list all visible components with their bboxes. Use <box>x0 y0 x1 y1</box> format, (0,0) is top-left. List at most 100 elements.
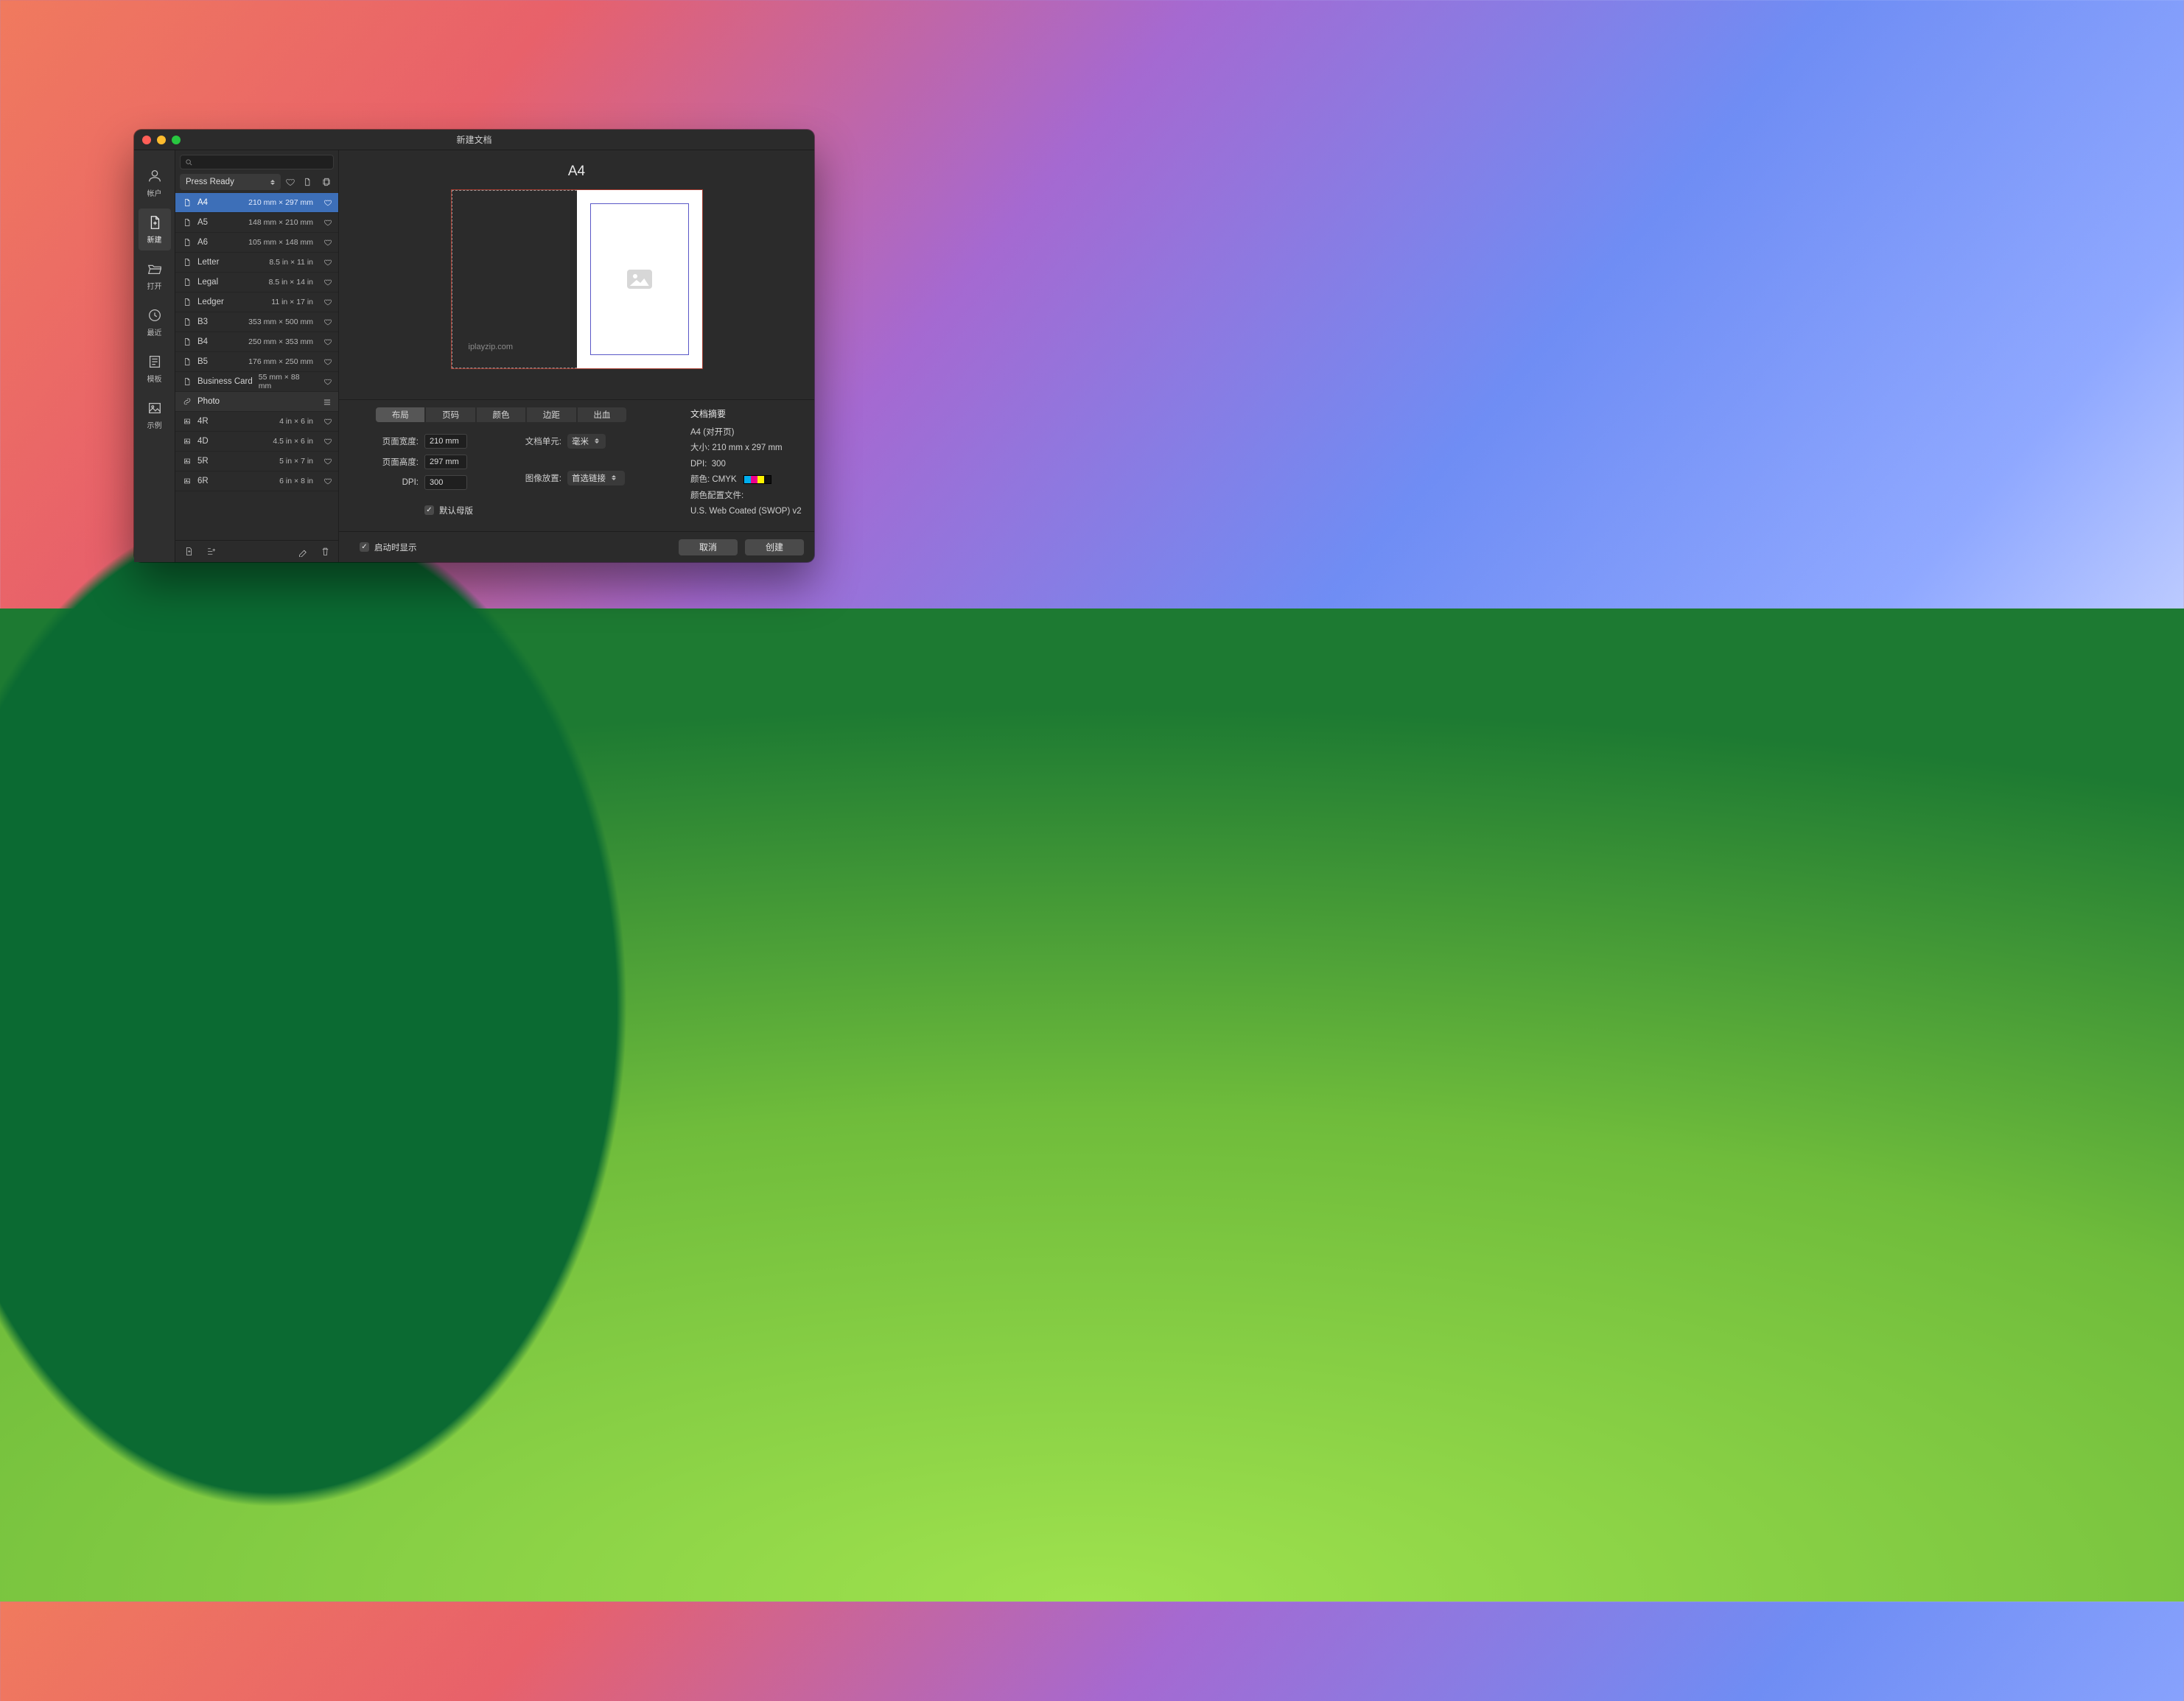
summary-profile: U.S. Web Coated (SWOP) v2 <box>690 506 804 518</box>
titlebar: 新建文档 <box>134 130 814 150</box>
chevron-updown-icon <box>595 438 599 443</box>
tab-pages[interactable]: 页码 <box>426 407 475 422</box>
page-icon <box>183 317 192 327</box>
rail-label: 新建 <box>147 234 162 245</box>
page-width-label: 页面宽度: <box>376 435 419 447</box>
menu-icon[interactable] <box>322 397 332 406</box>
orientation-landscape-button[interactable] <box>319 175 334 189</box>
preset-item[interactable]: Letter8.5 in × 11 in <box>175 253 338 273</box>
preset-name: 4R <box>197 417 209 426</box>
page-width-input[interactable]: 210 mm <box>424 434 467 449</box>
dialog-footer: 启动时显示 取消 创建 <box>339 531 814 562</box>
rail-recent[interactable]: 最近 <box>139 301 171 343</box>
preset-item[interactable]: B5 176 mm × 250 mm <box>175 352 338 372</box>
preset-name: 6R <box>197 477 209 485</box>
summary-profile-label: 颜色配置文件: <box>690 491 804 502</box>
tab-margins[interactable]: 边距 <box>527 407 575 422</box>
main-panel: A4 iplayzip.com 布局 页码 颜色 <box>339 150 814 562</box>
add-category-button[interactable] <box>203 544 218 559</box>
preview-right-page <box>577 190 702 368</box>
rail-samples[interactable]: 示例 <box>139 394 171 436</box>
templates-icon <box>147 354 163 370</box>
preset-dims: 148 mm × 210 mm <box>248 218 313 227</box>
preset-item[interactable]: Legal 8.5 in × 14 in <box>175 273 338 292</box>
show-on-start-checkbox[interactable] <box>360 542 369 552</box>
preset-name: Business Card <box>197 377 253 386</box>
preset-dims: 8.5 in × 14 in <box>269 278 313 287</box>
rail-new[interactable]: 新建 <box>139 208 171 250</box>
preset-item[interactable]: 4D4.5 in × 6 in <box>175 432 338 452</box>
create-button[interactable]: 创建 <box>745 539 804 555</box>
preset-item[interactable]: Business Card55 mm × 88 mm <box>175 372 338 392</box>
preset-name: Letter <box>197 258 219 267</box>
preview-left-page: iplayzip.com <box>452 190 578 368</box>
image-icon <box>147 400 163 416</box>
preset-list[interactable]: A4 210 mm × 297 mm A5148 mm × 210 mmA6105 … <box>175 193 338 540</box>
page-spread-preview: iplayzip.com <box>452 190 702 368</box>
page-icon <box>183 197 192 208</box>
preset-dims: 5 in × 7 in <box>279 457 313 466</box>
tab-color[interactable]: 颜色 <box>477 407 525 422</box>
doc-unit-select[interactable]: 毫米 <box>567 434 606 449</box>
rename-preset-button[interactable] <box>295 544 310 559</box>
photo-icon <box>183 416 192 427</box>
rail-label: 最近 <box>147 326 162 337</box>
preset-item[interactable]: 4R4 in × 6 in <box>175 412 338 432</box>
page-icon <box>183 357 192 367</box>
window-minimize-button[interactable] <box>157 136 166 144</box>
favorites-filter-button[interactable] <box>285 177 295 187</box>
dpi-input[interactable]: 300 <box>424 475 467 490</box>
preset-dims: 176 mm × 250 mm <box>248 357 313 366</box>
page-icon <box>183 217 192 228</box>
window-close-button[interactable] <box>142 136 151 144</box>
window-zoom-button[interactable] <box>172 136 181 144</box>
preset-dims: 353 mm × 500 mm <box>248 318 313 326</box>
tab-layout[interactable]: 布局 <box>376 407 424 422</box>
preset-name: A4 <box>197 198 208 207</box>
settings-tabs: 布局 页码 颜色 边距 出血 <box>376 407 626 422</box>
page-icon <box>183 237 192 248</box>
preset-name: Legal <box>197 278 218 287</box>
image-placement-label: 图像放置: <box>517 472 561 484</box>
show-on-start-label: 启动时显示 <box>374 541 417 553</box>
preset-item[interactable]: A4 210 mm × 297 mm <box>175 193 338 213</box>
add-preset-button[interactable] <box>181 544 196 559</box>
preset-group-name: Photo <box>197 397 220 406</box>
preset-group-header[interactable]: Photo <box>175 392 338 412</box>
image-placement-select[interactable]: 首选链接 <box>567 471 625 485</box>
preset-name: B5 <box>197 357 208 366</box>
preset-category-select[interactable]: Press Ready <box>180 174 281 190</box>
page-icon <box>183 257 192 267</box>
preset-name: B3 <box>197 318 208 326</box>
preset-dims: 210 mm × 297 mm <box>248 198 313 207</box>
photo-icon <box>183 476 192 486</box>
cancel-button[interactable]: 取消 <box>679 539 738 555</box>
preset-search-input[interactable] <box>180 155 334 169</box>
preset-item[interactable]: Ledger11 in × 17 in <box>175 292 338 312</box>
cmyk-swatches <box>743 475 771 484</box>
link-icon <box>183 397 192 406</box>
preset-item[interactable]: 5R5 in × 7 in <box>175 452 338 471</box>
preset-name: Ledger <box>197 298 224 306</box>
photo-icon <box>183 436 192 446</box>
delete-preset-button[interactable] <box>318 544 332 559</box>
preset-item[interactable]: A5148 mm × 210 mm <box>175 213 338 233</box>
default-master-label: 默认母版 <box>439 505 473 516</box>
rail-open[interactable]: 打开 <box>139 255 171 297</box>
rail-templates[interactable]: 模板 <box>139 348 171 390</box>
preset-item[interactable]: B3 353 mm × 500 mm <box>175 312 338 332</box>
preset-dims: 6 in × 8 in <box>279 477 313 485</box>
preset-item[interactable]: B4250 mm × 353 mm <box>175 332 338 352</box>
tab-bleed[interactable]: 出血 <box>578 407 626 422</box>
page-icon <box>183 376 192 387</box>
preset-item[interactable]: 6R 6 in × 8 in <box>175 471 338 491</box>
summary-title: 文档摘要 <box>690 407 804 420</box>
preset-item[interactable]: A6105 mm × 148 mm <box>175 233 338 253</box>
rail-account[interactable]: 帐户 <box>139 162 171 204</box>
orientation-portrait-button[interactable] <box>300 175 315 189</box>
new-document-window: 新建文档 帐户 新建 打开 最近 模板 <box>134 130 814 562</box>
new-document-icon <box>147 214 163 231</box>
default-master-checkbox[interactable] <box>424 505 434 515</box>
dpi-label: DPI: <box>376 478 419 487</box>
page-height-input[interactable]: 297 mm <box>424 455 467 469</box>
